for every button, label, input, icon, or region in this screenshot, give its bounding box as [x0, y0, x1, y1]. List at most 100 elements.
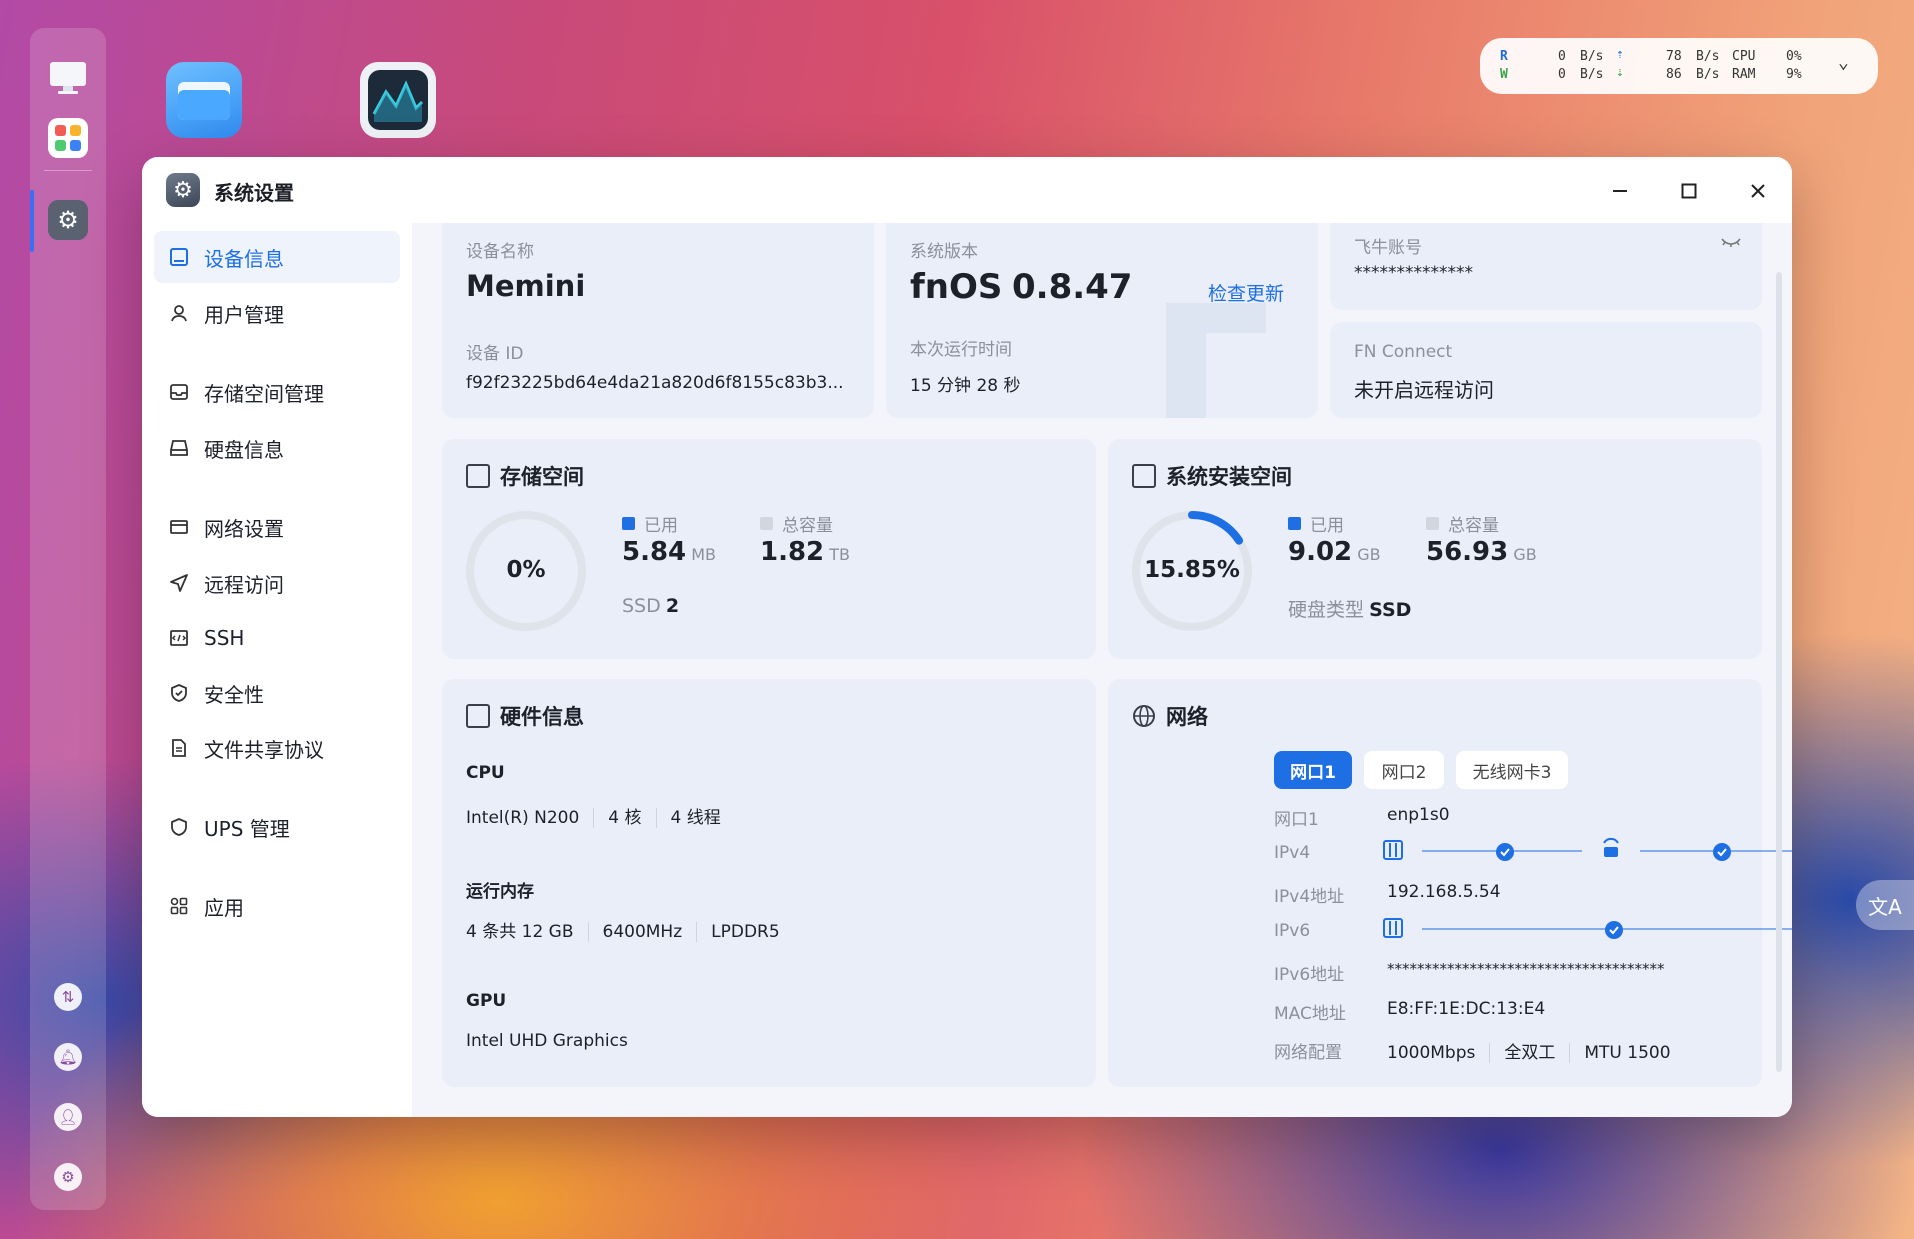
sidebar-item-storage-management[interactable]: 存储空间管理: [154, 366, 400, 418]
storage-percent: 0%: [506, 557, 546, 583]
content-scrollbar[interactable]: [1776, 272, 1782, 1072]
storage-total: 1.82 TB: [760, 537, 850, 567]
settings-app-gear-icon: ⚙: [166, 173, 200, 207]
device-icon: [168, 246, 190, 268]
cpu-label: CPU: [466, 763, 505, 783]
port-label: 网口1: [1274, 810, 1319, 830]
tab-port-1[interactable]: 网口1: [1274, 751, 1352, 789]
translate-icon[interactable]: 文A: [1856, 880, 1914, 930]
sidebar-item-user-management[interactable]: 用户管理: [154, 287, 400, 339]
system-install-title: 系统安装空间: [1132, 461, 1292, 491]
window-titlebar[interactable]: ⚙ 系统设置: [142, 157, 1792, 223]
system-version-card: 系统版本 fnOS 0.8.47 检查更新 本次运行时间 15 分钟 28 秒: [886, 223, 1318, 418]
terminal-icon: [168, 627, 190, 649]
used-legend-dot: [622, 517, 635, 530]
tab-port-2[interactable]: 网口2: [1364, 751, 1444, 789]
hardware-icon: [466, 704, 490, 728]
hide-password-icon[interactable]: [1720, 233, 1742, 253]
fn-connect-value: 未开启远程访问: [1354, 378, 1494, 402]
system-install-percent: 15.85%: [1144, 557, 1240, 583]
storage-used-value: 5.84: [622, 537, 687, 567]
storage-type-label: SSD: [622, 595, 661, 617]
minimize-button[interactable]: [1600, 171, 1640, 211]
device-name-value: Memini: [466, 269, 586, 303]
gpu-label: GPU: [466, 991, 507, 1011]
sidebar-item-label: 用户管理: [204, 302, 284, 327]
device-name-label: 设备名称: [466, 242, 534, 262]
desktop-monitor-icon[interactable]: [48, 58, 88, 98]
total-legend-dot: [1426, 517, 1439, 530]
system-disk-icon: [1132, 464, 1156, 488]
send-icon: [168, 572, 190, 594]
read-label: R: [1500, 49, 1508, 64]
sidebar-item-label: 硬盘信息: [204, 437, 284, 462]
check-update-link[interactable]: 检查更新: [1208, 279, 1284, 306]
settings-window: ⚙ 系统设置 设备信息 用户管理 存储空间管理 硬盘信息 网络设置 远程访问 S…: [142, 157, 1792, 1117]
disk-type-value: SSD: [1369, 599, 1412, 621]
sidebar-item-label: 网络设置: [204, 516, 284, 541]
system-install-card: 系统安装空间 15.85% 已用 9.02 GB 总容量 56.93 GB 硬盘…: [1108, 439, 1762, 659]
sidebar-item-device-info[interactable]: 设备信息: [154, 231, 400, 283]
storage-title: 存储空间: [466, 461, 584, 491]
expand-chevron-icon[interactable]: ⌄: [1838, 52, 1849, 73]
file-manager-icon[interactable]: [166, 62, 242, 138]
ipv6-label: IPv6: [1274, 921, 1311, 941]
close-icon: [1751, 184, 1765, 198]
sidebar-item-label: 应用: [204, 895, 244, 920]
disk-read-value: 0: [1558, 49, 1566, 64]
fn-connect-card: FN Connect 未开启远程访问: [1330, 322, 1762, 418]
settings-app-icon[interactable]: ⚙: [48, 200, 88, 240]
os-name: fnOS: [910, 267, 1003, 307]
sidebar-item-ssh[interactable]: SSH: [154, 612, 400, 664]
system-monitor-widget[interactable]: R W 0 0 B/s B/s ⇡ ⇣ 78 86 B/s B/s CPU RA…: [1480, 38, 1878, 94]
ipv6-address-value: *************************************: [1387, 960, 1665, 978]
uptime-label: 本次运行时间: [910, 340, 1012, 360]
sidebar-item-security[interactable]: 安全性: [154, 667, 400, 719]
notification-bell-icon[interactable]: 🔔︎: [54, 1043, 82, 1071]
storage-total-unit: TB: [829, 545, 850, 564]
apps-grid-icon: [168, 895, 190, 917]
cpu-threads: 4 线程: [670, 808, 721, 828]
sidebar-item-file-sharing[interactable]: 文件共享协议: [154, 722, 400, 774]
device-id-value: f92f23225bd64e4da21a820d6f8155c83b3...: [466, 373, 844, 393]
ipv4-topology: [1383, 837, 1792, 861]
close-button[interactable]: [1738, 171, 1778, 211]
system-total-label: 总容量: [1448, 516, 1499, 536]
tab-wireless-3[interactable]: 无线网卡3: [1456, 751, 1568, 789]
system-version-label: 系统版本: [910, 242, 978, 262]
user-icon: [168, 302, 190, 324]
transfer-icon[interactable]: ⇅: [54, 983, 82, 1011]
memory-frequency: 6400MHz: [602, 922, 683, 942]
sidebar-item-ups-management[interactable]: UPS 管理: [154, 801, 400, 853]
sidebar-item-disk-info[interactable]: 硬盘信息: [154, 422, 400, 474]
sidebar-item-remote-access[interactable]: 远程访问: [154, 557, 400, 609]
shield-icon: [168, 816, 190, 838]
resource-monitor-icon[interactable]: [360, 62, 436, 138]
net-up-unit: B/s: [1696, 49, 1720, 64]
user-icon[interactable]: 👤︎: [54, 1103, 82, 1131]
network-config-label: 网络配置: [1274, 1043, 1342, 1063]
system-total: 56.93 GB: [1426, 537, 1537, 567]
system-used-unit: GB: [1357, 545, 1381, 564]
maximize-button[interactable]: [1669, 171, 1709, 211]
upload-arrow-icon: ⇡: [1616, 47, 1624, 62]
storage-icon: [168, 381, 190, 403]
storage-type-count: 2: [665, 595, 680, 617]
storage-icon: [466, 464, 490, 488]
used-legend-dot: [1288, 517, 1301, 530]
maximize-icon: [1681, 183, 1697, 199]
storage-total-label: 总容量: [782, 516, 833, 536]
duplex-mode: 全双工: [1504, 1043, 1556, 1063]
app-center-icon[interactable]: [48, 118, 88, 158]
memory-info-row: 4 条共 12 GB 6400MHz LPDDR5: [466, 917, 780, 942]
ipv4-address-value: 192.168.5.54: [1387, 882, 1501, 902]
sidebar-item-apps[interactable]: 应用: [154, 880, 400, 932]
main-content: 设备名称 Memini 设备 ID f92f23225bd64e4da21a82…: [412, 223, 1792, 1117]
sidebar-item-network-settings[interactable]: 网络设置: [154, 501, 400, 553]
settings-gear-icon[interactable]: ⚙: [54, 1163, 82, 1191]
total-legend-dot: [760, 517, 773, 530]
gpu-model: Intel UHD Graphics: [466, 1031, 628, 1051]
sidebar-item-label: 远程访问: [204, 572, 284, 597]
device-id-label: 设备 ID: [466, 344, 524, 364]
sidebar-item-label: 设备信息: [204, 246, 284, 271]
